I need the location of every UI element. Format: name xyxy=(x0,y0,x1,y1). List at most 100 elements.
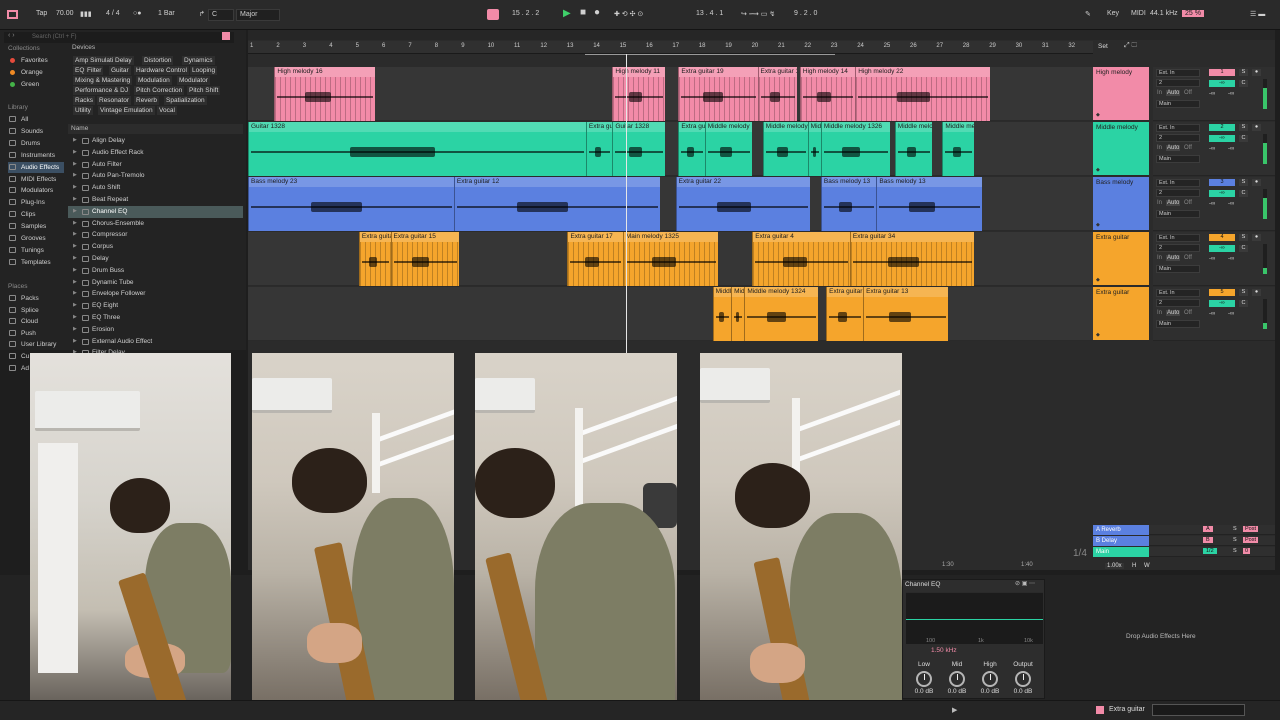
audio-clip[interactable]: Bass melody 13 xyxy=(876,177,982,231)
audio-clip[interactable]: Middle melody 1326 xyxy=(820,122,890,176)
device-tag[interactable]: Guitar xyxy=(109,66,131,75)
expand-arrow-icon[interactable]: ▶ xyxy=(73,147,77,159)
device-list-item[interactable]: ▶ Align Delay xyxy=(68,135,243,147)
device-tag[interactable]: Distortion xyxy=(142,56,174,65)
device-list-item[interactable]: ▶ Auto Shift xyxy=(68,182,243,194)
monitor-auto-button[interactable]: Auto xyxy=(1166,255,1181,261)
drop-effects-hint[interactable]: Drop Audio Effects Here xyxy=(1126,633,1196,640)
monitor-auto-button[interactable]: Auto xyxy=(1166,145,1181,151)
places-item[interactable]: Packs xyxy=(8,293,64,304)
pan-knob[interactable]: -∞ xyxy=(1228,146,1234,152)
track-lane[interactable]: Extra guitarExtra guitar 15 Extra guitar … xyxy=(248,232,1093,286)
audio-clip[interactable]: Extra guitar 13 xyxy=(863,287,948,341)
return-letter[interactable]: 1/2 xyxy=(1203,548,1217,554)
track-pan[interactable]: -∞ xyxy=(1209,146,1215,152)
collection-green[interactable]: Green xyxy=(8,79,64,90)
expand-arrow-icon[interactable]: ▶ xyxy=(73,253,77,265)
eq-knob[interactable] xyxy=(1015,671,1031,687)
tempo-field[interactable]: 70.00 xyxy=(56,10,74,17)
input-type-select[interactable]: Ext. In xyxy=(1156,234,1200,242)
overview-strip[interactable] xyxy=(248,30,1275,40)
monitor-off-button[interactable]: Off xyxy=(1184,310,1192,316)
audio-clip[interactable]: Extra guitar 15 xyxy=(390,232,460,286)
audio-clip[interactable]: High melody 11 xyxy=(612,67,666,121)
audio-clip[interactable]: Middle melody xyxy=(807,122,821,176)
browser-back-icon[interactable]: ‹ › xyxy=(8,32,15,39)
crossfade-button[interactable]: C xyxy=(1239,135,1248,142)
monitor-in-button[interactable]: In xyxy=(1157,145,1162,151)
monitor-auto-button[interactable]: Auto xyxy=(1166,310,1181,316)
places-item[interactable]: Cloud xyxy=(8,316,64,327)
device-list-item[interactable]: ▶ Delay xyxy=(68,253,243,265)
monitor-off-button[interactable]: Off xyxy=(1184,200,1192,206)
pan-knob[interactable]: -∞ xyxy=(1228,91,1234,97)
audio-clip[interactable]: Extra guitar 34 xyxy=(849,232,974,286)
track-fold-icon[interactable]: ◆ xyxy=(1096,167,1100,173)
input-channel-select[interactable]: 2 xyxy=(1156,134,1200,142)
expand-arrow-icon[interactable]: ▶ xyxy=(73,324,77,336)
quantize-select[interactable]: 1 Bar xyxy=(158,10,175,17)
device-list-item[interactable]: ▶ EQ Three xyxy=(68,312,243,324)
track-number[interactable]: 2 xyxy=(1209,124,1235,131)
arm-button[interactable]: ● xyxy=(1252,234,1261,241)
play-icon[interactable]: ▶ xyxy=(563,8,571,19)
expand-arrow-icon[interactable]: ▶ xyxy=(73,135,77,147)
monitor-off-button[interactable]: Off xyxy=(1184,145,1192,151)
width-button[interactable]: W xyxy=(1144,563,1150,569)
expand-arrow-icon[interactable]: ▶ xyxy=(73,288,77,300)
audio-clip[interactable]: Middle melody xyxy=(712,287,732,341)
device-list-item[interactable]: ▶ EQ Eight xyxy=(68,300,243,312)
eq-frequency-value[interactable]: 1.50 kHz xyxy=(931,647,957,654)
device-list-item[interactable]: ▶ Dynamic Tube xyxy=(68,277,243,289)
input-type-select[interactable]: Ext. In xyxy=(1156,69,1200,77)
device-tag[interactable]: Vocal xyxy=(157,106,177,115)
device-header-icons[interactable]: ⊘ ▣ ⋯ xyxy=(1015,580,1035,587)
arm-button[interactable]: ● xyxy=(1252,124,1261,131)
output-select[interactable]: Main xyxy=(1156,265,1200,273)
crossfade-button[interactable]: C xyxy=(1239,80,1248,87)
knob-value[interactable]: 0.0 dB xyxy=(909,688,939,695)
return-letter[interactable]: A xyxy=(1203,526,1213,532)
scale-select[interactable]: Major xyxy=(236,9,280,21)
solo-button[interactable]: S xyxy=(1239,179,1248,186)
solo-button[interactable]: S xyxy=(1239,124,1248,131)
device-tag[interactable]: Resonator xyxy=(97,96,131,105)
return-post[interactable]: 0 xyxy=(1243,548,1251,554)
metro-bars-icon[interactable]: ▮▮▮ xyxy=(80,10,92,18)
audio-clip[interactable]: Extra guitar 22 xyxy=(675,177,811,231)
track-number[interactable]: 5 xyxy=(1209,289,1235,296)
zoom-level[interactable]: 1.00x xyxy=(1105,563,1124,569)
pan-knob[interactable]: -∞ xyxy=(1228,201,1234,207)
device-tag[interactable]: Mixing & Mastering xyxy=(73,76,133,85)
places-item[interactable]: Splice xyxy=(8,305,64,316)
library-item[interactable]: MIDI Effects xyxy=(8,174,64,185)
library-item[interactable]: Grooves xyxy=(8,233,64,244)
return-post[interactable]: Post xyxy=(1243,537,1259,543)
pan-knob[interactable]: -∞ xyxy=(1228,256,1234,262)
return-post[interactable]: Post xyxy=(1243,526,1259,532)
midi-map-button[interactable]: MIDI xyxy=(1131,10,1146,17)
track-header[interactable]: Bass melody ◆ xyxy=(1093,177,1149,231)
device-tag[interactable]: Pitch Shift xyxy=(187,86,221,95)
audio-clip[interactable]: Middle melody xyxy=(731,287,745,341)
device-tag[interactable]: Performance & DJ xyxy=(73,86,131,95)
pan-knob[interactable]: -∞ xyxy=(1228,311,1234,317)
audio-clip[interactable]: Guitar 1328 xyxy=(612,122,666,176)
track-header[interactable]: Middle melody ◆ xyxy=(1093,122,1149,176)
browser-search-input[interactable]: Search (Ctrl + F) xyxy=(4,32,234,43)
device-tag[interactable]: Hardware Control xyxy=(134,66,189,75)
device-list-item[interactable]: ▶ Envelope Follower xyxy=(68,288,243,300)
device-tag[interactable]: Modulation xyxy=(136,76,172,85)
monitor-in-button[interactable]: In xyxy=(1157,255,1162,261)
bar-ruler[interactable]: 1 2 3 4 5 6 7 8 9 10 11 12 13 14 15 16 17 18 19 20 21 22 23 24 2… xyxy=(248,41,1093,54)
track-fold-icon[interactable]: ◆ xyxy=(1096,277,1100,283)
library-item[interactable]: Plug-Ins xyxy=(8,197,64,208)
device-list-item[interactable]: ▶ Compressor xyxy=(68,229,243,241)
audio-clip[interactable]: Extra guitar 19 xyxy=(678,67,758,121)
audio-clip[interactable]: High melody 16 xyxy=(274,67,375,121)
device-tag[interactable]: Modulator xyxy=(177,76,210,85)
track-pan[interactable]: -∞ xyxy=(1209,201,1215,207)
device-list-item[interactable]: ▶ Corpus xyxy=(68,241,243,253)
device-list-item[interactable]: ▶ Erosion xyxy=(68,324,243,336)
crossfade-button[interactable]: C xyxy=(1239,190,1248,197)
